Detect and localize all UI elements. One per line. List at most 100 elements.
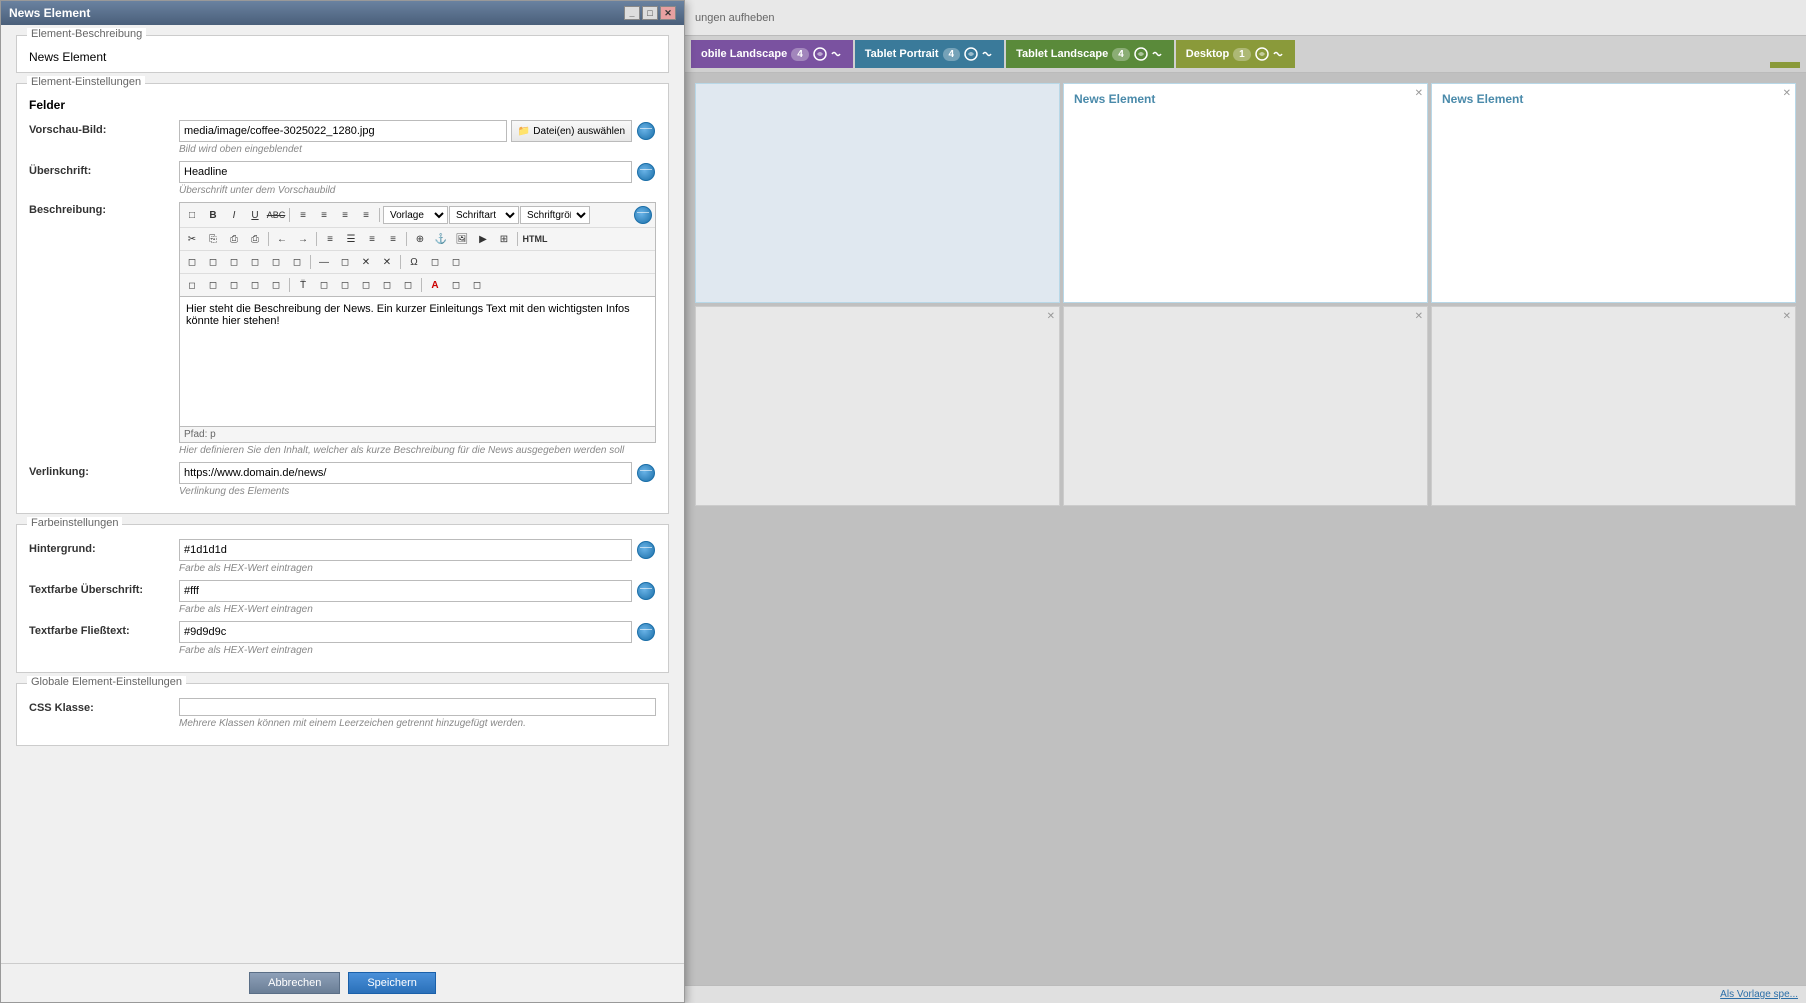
tb-btn-align-justify[interactable]: ≡: [356, 206, 376, 224]
tb-r4-12[interactable]: ◻: [398, 276, 418, 294]
bottom-bar-link[interactable]: Als Vorlage spe...: [1720, 989, 1798, 1000]
save-button[interactable]: Speichern: [348, 972, 436, 994]
preview-image-input[interactable]: [179, 120, 507, 142]
tb-r4-2[interactable]: ◻: [203, 276, 223, 294]
close-button[interactable]: ✕: [660, 6, 676, 20]
tb-paste2[interactable]: ⎙: [245, 230, 265, 248]
topbar-text: ungen aufheben: [695, 12, 775, 24]
tb-r3-2[interactable]: ◻: [203, 253, 223, 271]
tab-tablet-landscape[interactable]: Tablet Landscape 4: [1006, 40, 1174, 68]
hintergrund-input-row: [179, 539, 656, 561]
globe-btn-text-body[interactable]: [636, 622, 656, 642]
tb-html[interactable]: HTML: [521, 230, 549, 248]
globe-btn-preview[interactable]: [636, 121, 656, 141]
tb-indent[interactable]: ≡: [383, 230, 403, 248]
rte-content-area[interactable]: Hier steht die Beschreibung der News. Ei…: [179, 297, 656, 427]
tb-cut[interactable]: ✂: [182, 230, 202, 248]
tb-btn-bold[interactable]: B: [203, 206, 223, 224]
tb-r3-8[interactable]: ◻: [335, 253, 355, 271]
globe-btn-verlinkung[interactable]: [636, 463, 656, 483]
css-class-input[interactable]: [179, 698, 656, 716]
close-x-bottom-2[interactable]: ✕: [1415, 311, 1423, 322]
tb-hr[interactable]: —: [314, 253, 334, 271]
chain-icon-1: [829, 47, 843, 61]
tb-btn-italic[interactable]: I: [224, 206, 244, 224]
globe-btn-headline[interactable]: [636, 162, 656, 182]
tb-btn-align-left[interactable]: ≡: [293, 206, 313, 224]
globe-btn-text-headline[interactable]: [636, 581, 656, 601]
minimize-button[interactable]: _: [624, 6, 640, 20]
tb-r3-1[interactable]: ◻: [182, 253, 202, 271]
close-x-bottom-3[interactable]: ✕: [1783, 311, 1791, 322]
tb-select-template[interactable]: Vorlage: [383, 206, 448, 224]
tb-image[interactable]: 🖼: [452, 230, 472, 248]
tb-sep-5: [406, 232, 407, 246]
tb-r4-14[interactable]: ◻: [446, 276, 466, 294]
tb-r3-5[interactable]: ◻: [266, 253, 286, 271]
tb-r4-7[interactable]: T̈: [293, 276, 313, 294]
tb-table[interactable]: ⊞: [494, 230, 514, 248]
verlinkung-hint: Verlinkung des Elements: [179, 486, 656, 497]
tb-r4-1[interactable]: ◻: [182, 276, 202, 294]
dialog-titlebar: News Element _ □ ✕: [1, 1, 684, 25]
globe-btn-desc[interactable]: [633, 205, 653, 225]
tb-outdent[interactable]: ≡: [362, 230, 382, 248]
tb-remove2[interactable]: ✕: [377, 253, 397, 271]
close-x-center[interactable]: ✕: [1415, 88, 1423, 99]
text-body-input[interactable]: [179, 621, 632, 643]
section-color-title: Farbeinstellungen: [27, 517, 122, 529]
tb-sep-2: [379, 208, 380, 222]
tb-r4-3[interactable]: ◻: [224, 276, 244, 294]
tb-media[interactable]: ▶: [473, 230, 493, 248]
tb-anchor[interactable]: ⚓: [431, 230, 451, 248]
dialog-content: Element-Beschreibung News Element Elemen…: [1, 25, 684, 963]
tb-omega[interactable]: Ω: [404, 253, 424, 271]
tb-r3-4[interactable]: ◻: [245, 253, 265, 271]
tb-r3-12[interactable]: ◻: [446, 253, 466, 271]
cancel-button[interactable]: Abbrechen: [249, 972, 340, 994]
text-headline-input-row: [179, 580, 656, 602]
maximize-button[interactable]: □: [642, 6, 658, 20]
tb-btn-underline[interactable]: U: [245, 206, 265, 224]
close-x-bottom-1[interactable]: ✕: [1047, 311, 1055, 322]
tb-r3-3[interactable]: ◻: [224, 253, 244, 271]
tb-list-ul[interactable]: ≡: [320, 230, 340, 248]
tb-r3-6[interactable]: ◻: [287, 253, 307, 271]
canvas-topbar: ungen aufheben: [685, 0, 1806, 36]
tb-color-a[interactable]: A: [425, 276, 445, 294]
tab-mobile-landscape[interactable]: obile Landscape 4: [691, 40, 853, 68]
tb-copy[interactable]: ⎘: [203, 230, 223, 248]
tb-paste[interactable]: ⎙: [224, 230, 244, 248]
tb-list-ol[interactable]: ☰: [341, 230, 361, 248]
verlinkung-input[interactable]: [179, 462, 632, 484]
tb-remove[interactable]: ✕: [356, 253, 376, 271]
file-select-button[interactable]: 📁 Datei(en) auswählen: [511, 120, 632, 142]
tb-select-font[interactable]: Schriftart: [449, 206, 519, 224]
globe-btn-hintergrund[interactable]: [636, 540, 656, 560]
tb-r4-10[interactable]: ◻: [356, 276, 376, 294]
tb-redo[interactable]: →: [293, 230, 313, 248]
hintergrund-input[interactable]: [179, 539, 632, 561]
tb-btn-box[interactable]: □: [182, 206, 202, 224]
tb-undo[interactable]: ←: [272, 230, 292, 248]
tb-r4-8[interactable]: ◻: [314, 276, 334, 294]
tb-r4-4[interactable]: ◻: [245, 276, 265, 294]
tb-r4-11[interactable]: ◻: [377, 276, 397, 294]
tb-sep-10: [421, 278, 422, 292]
globe-icon-verlinkung: [637, 464, 655, 482]
rte-toolbar: □ B I U ABC ≡ ≡ ≡ ≡: [179, 202, 656, 297]
tb-link[interactable]: ⊕: [410, 230, 430, 248]
tb-r4-9[interactable]: ◻: [335, 276, 355, 294]
tb-r4-15[interactable]: ◻: [467, 276, 487, 294]
tb-r4-5[interactable]: ◻: [266, 276, 286, 294]
headline-input[interactable]: [179, 161, 632, 183]
tb-btn-strikethrough[interactable]: ABC: [266, 206, 286, 224]
text-headline-input[interactable]: [179, 580, 632, 602]
tab-desktop[interactable]: Desktop 1: [1176, 40, 1295, 68]
tb-select-size[interactable]: Schriftgröße: [520, 206, 590, 224]
tb-btn-align-center[interactable]: ≡: [314, 206, 334, 224]
close-x-right[interactable]: ✕: [1783, 88, 1791, 99]
tb-btn-align-right[interactable]: ≡: [335, 206, 355, 224]
tb-r3-11[interactable]: ◻: [425, 253, 445, 271]
tab-tablet-portrait[interactable]: Tablet Portrait 4: [855, 40, 1004, 68]
